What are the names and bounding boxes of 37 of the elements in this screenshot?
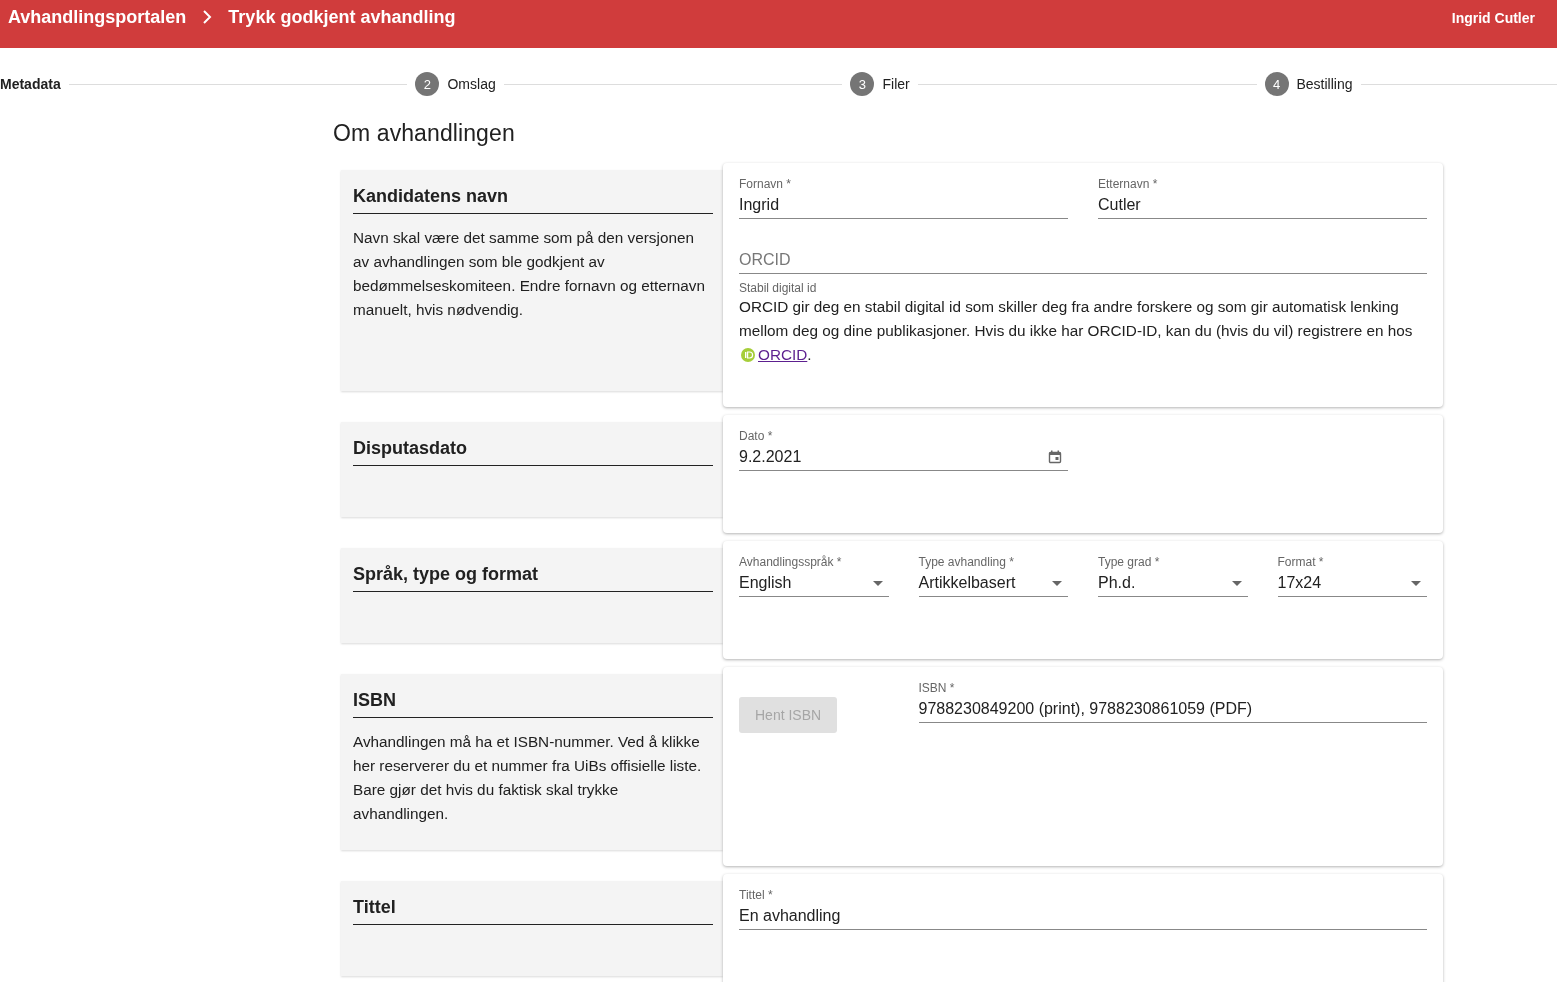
section-description: Navn skal være det samme som på den versjonen av avhandlingen som ble godkjent av bedømmelseskomiteen. Endre fornavn og etternavn manuelt, hvis nødvendig. [353,228,706,320]
text-field[interactable]: Etternavn * Cutler [1098,177,1427,219]
section-heading: Språk, type og format [353,564,713,592]
dropdown-field[interactable]: Avhandlingsspråk * English [739,555,889,597]
section-heading: Disputasdato [353,438,713,466]
caret-down-icon [1052,580,1062,586]
section-description: Avhandlingen må ha et ISBN-nummer. Ved å klikke her reserverer du et nummer fra UiBs offisielle liste. Bare gjør det hvis du faktisk skal trykke avhandlingen. [353,732,703,824]
date-field[interactable]: Dato * 9.2.2021 [739,429,1068,471]
step-number: 3 [850,72,875,96]
section-heading: Kandidatens navn [353,186,713,214]
calendar-icon[interactable] [1048,450,1062,464]
text-field[interactable]: Fornavn * Ingrid [739,177,1068,219]
page-heading: Trykk godkjent avhandling [228,6,456,28]
breadcrumb-link[interactable]: Avhandlingsportalen [8,6,187,28]
step-number: 2 [415,72,440,96]
chevron-right-icon [202,10,213,24]
caret-down-icon [1411,580,1421,586]
dropdown-field[interactable]: Type avhandling * Artikkelbasert [918,555,1068,597]
dropdown-field[interactable]: Format * 17x24 [1277,555,1427,597]
step[interactable]: 4 Bestilling [1264,72,1353,96]
dropdown-field[interactable]: Type grad * Ph.d. [1098,555,1248,597]
orcid-link[interactable]: ORCID [758,346,808,363]
page-title: Om avhandlingen [333,120,516,147]
text-field[interactable]: ISBN * 9788230849200 (print), 9788230861059 (PDF) [918,681,1427,723]
section-heading: Tittel [353,897,713,925]
section-heading: ISBN [353,690,713,718]
step-number: 4 [1264,72,1289,96]
field-hint: Stabil digital id [739,281,818,295]
id-badge-icon [741,348,755,362]
caret-down-icon [872,580,883,586]
step[interactable]: Metadata [0,76,61,92]
caret-down-icon [1231,580,1242,586]
help-text: ORCID gir deg en stabil digital id som skiller deg fra andre forskere og som gir automatisk lenking mellom deg og dine publikasjoner. Hvis du ikke har ORCID-ID, kan du (hvis du vil) registrere en hos ORCID. [739,297,1414,365]
step[interactable]: 3 Filer [850,72,910,96]
user-name[interactable]: Ingrid Cutler [1451,10,1535,26]
text-field[interactable]: Tittel * En avhandling [739,888,1427,930]
step[interactable]: 2 Omslag [415,72,496,96]
